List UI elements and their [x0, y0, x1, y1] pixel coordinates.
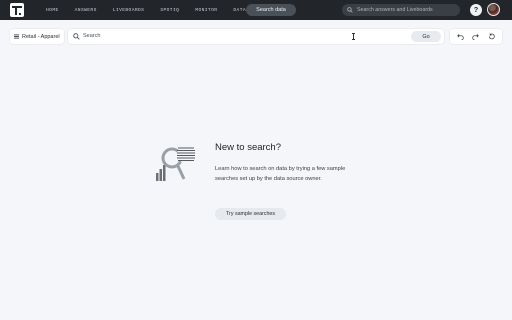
- empty-state-title: New to search?: [215, 142, 282, 153]
- top-nav-bar: HOME ANSWERS LIVEBOARDS SPOTIQ MONITOR D…: [0, 0, 512, 20]
- redo-icon[interactable]: [470, 31, 482, 43]
- global-search-placeholder: Search answers and Liveboards: [357, 7, 433, 13]
- search-bar[interactable]: Search Go: [68, 29, 444, 44]
- search-icon: [347, 7, 353, 13]
- search-illustration-icon: [156, 145, 195, 181]
- search-input[interactable]: Search: [83, 33, 100, 39]
- thoughtspot-logo-icon[interactable]: [10, 3, 24, 17]
- empty-state-description: Learn how to search on data by trying a …: [215, 166, 346, 182]
- list-icon: [14, 34, 19, 39]
- nav-link-spotiq[interactable]: SPOTIQ: [160, 8, 179, 13]
- try-sample-searches-button[interactable]: Try sample searches: [215, 208, 286, 220]
- reset-icon[interactable]: [485, 31, 497, 43]
- undo-icon[interactable]: [455, 31, 467, 43]
- go-button[interactable]: Go: [411, 31, 441, 42]
- nav-link-data[interactable]: DATA: [233, 8, 246, 13]
- search-data-button[interactable]: Search data: [246, 4, 296, 16]
- help-icon[interactable]: ?: [470, 4, 482, 16]
- text-cursor-icon: [352, 33, 355, 40]
- nav-links: HOME ANSWERS LIVEBOARDS SPOTIQ MONITOR D…: [46, 0, 246, 20]
- data-source-selector[interactable]: Retail - Apparel: [10, 29, 64, 44]
- nav-link-liveboards[interactable]: LIVEBOARDS: [113, 8, 145, 13]
- nav-link-answers[interactable]: ANSWERS: [75, 8, 97, 13]
- search-icon: [73, 33, 80, 40]
- history-controls: [450, 29, 502, 44]
- data-source-label: Retail - Apparel: [22, 33, 60, 40]
- global-search-input[interactable]: Search answers and Liveboards: [342, 4, 460, 16]
- nav-link-monitor[interactable]: MONITOR: [195, 8, 217, 13]
- nav-link-home[interactable]: HOME: [46, 8, 59, 13]
- avatar[interactable]: [487, 3, 500, 16]
